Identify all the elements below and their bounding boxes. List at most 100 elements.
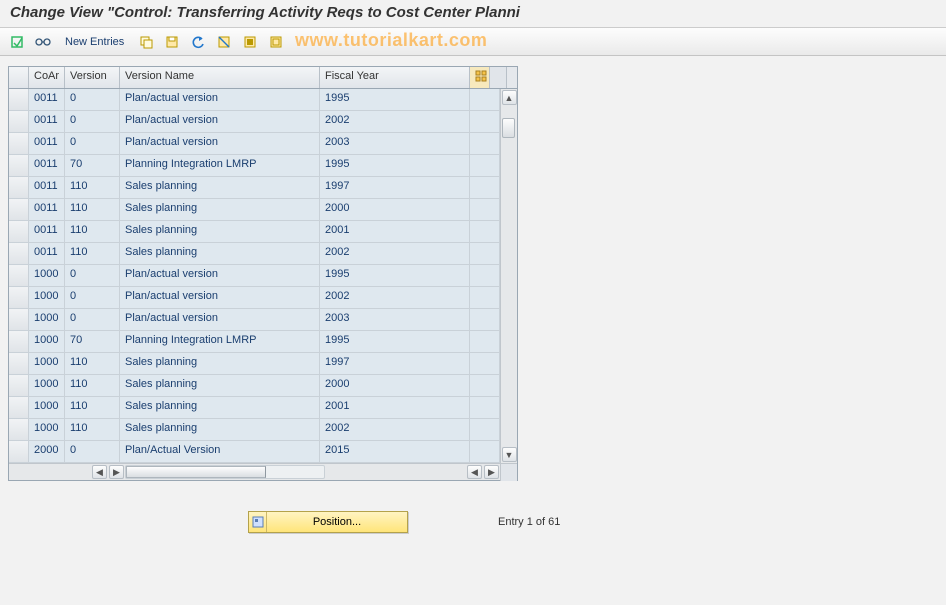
- cell-fiscal-year[interactable]: 2003: [320, 133, 470, 154]
- table-row[interactable]: 10000Plan/actual version2002: [9, 287, 500, 309]
- row-selector[interactable]: [9, 397, 29, 418]
- column-header-version[interactable]: Version: [65, 67, 120, 88]
- table-row[interactable]: 0011110Sales planning2002: [9, 243, 500, 265]
- scroll-up-icon[interactable]: ▲: [502, 90, 517, 105]
- cell-version[interactable]: 0: [65, 265, 120, 286]
- row-selector[interactable]: [9, 419, 29, 440]
- row-selector[interactable]: [9, 111, 29, 132]
- cell-coar[interactable]: 0011: [29, 133, 65, 154]
- cell-coar[interactable]: 1000: [29, 331, 65, 352]
- row-selector[interactable]: [9, 309, 29, 330]
- cell-version-name[interactable]: Plan/actual version: [120, 133, 320, 154]
- table-row[interactable]: 001170Planning Integration LMRP1995: [9, 155, 500, 177]
- table-row[interactable]: 1000110Sales planning2000: [9, 375, 500, 397]
- row-selector[interactable]: [9, 221, 29, 242]
- cell-version-name[interactable]: Sales planning: [120, 177, 320, 198]
- cell-fiscal-year[interactable]: 1997: [320, 353, 470, 374]
- table-row[interactable]: 0011110Sales planning1997: [9, 177, 500, 199]
- cell-version-name[interactable]: Planning Integration LMRP: [120, 331, 320, 352]
- cell-coar[interactable]: 2000: [29, 441, 65, 462]
- cell-coar[interactable]: 1000: [29, 397, 65, 418]
- cell-fiscal-year[interactable]: 2002: [320, 287, 470, 308]
- horizontal-scrollbar[interactable]: ◀ ▶ ◀ ▶: [9, 463, 517, 480]
- cell-fiscal-year[interactable]: 2002: [320, 419, 470, 440]
- expand-icon[interactable]: [6, 32, 28, 52]
- hscroll-track[interactable]: [125, 465, 325, 479]
- save-icon[interactable]: [161, 32, 183, 52]
- row-selector[interactable]: [9, 177, 29, 198]
- cell-version-name[interactable]: Plan/actual version: [120, 265, 320, 286]
- cell-fiscal-year[interactable]: 1997: [320, 177, 470, 198]
- row-selector[interactable]: [9, 353, 29, 374]
- row-selector[interactable]: [9, 89, 29, 110]
- table-row[interactable]: 1000110Sales planning2002: [9, 419, 500, 441]
- cell-coar[interactable]: 0011: [29, 177, 65, 198]
- table-row[interactable]: 20000Plan/Actual Version2015: [9, 441, 500, 463]
- table-row[interactable]: 1000110Sales planning2001: [9, 397, 500, 419]
- cell-fiscal-year[interactable]: 2001: [320, 397, 470, 418]
- table-row[interactable]: 00110Plan/actual version2002: [9, 111, 500, 133]
- cell-version-name[interactable]: Plan/actual version: [120, 287, 320, 308]
- cell-version-name[interactable]: Sales planning: [120, 397, 320, 418]
- table-row[interactable]: 10000Plan/actual version2003: [9, 309, 500, 331]
- cell-version-name[interactable]: Plan/Actual Version: [120, 441, 320, 462]
- column-header-fiscal-year[interactable]: Fiscal Year: [320, 67, 470, 88]
- cell-version[interactable]: 0: [65, 287, 120, 308]
- cell-fiscal-year[interactable]: 2002: [320, 111, 470, 132]
- cell-version[interactable]: 70: [65, 155, 120, 176]
- cell-coar[interactable]: 1000: [29, 309, 65, 330]
- row-selector[interactable]: [9, 287, 29, 308]
- configure-columns-icon[interactable]: [470, 67, 490, 88]
- cell-coar[interactable]: 0011: [29, 243, 65, 264]
- display-icon[interactable]: [32, 32, 54, 52]
- cell-version-name[interactable]: Plan/actual version: [120, 309, 320, 330]
- row-selector[interactable]: [9, 375, 29, 396]
- cell-fiscal-year[interactable]: 2001: [320, 221, 470, 242]
- vscroll-track[interactable]: [502, 106, 517, 446]
- copy-icon[interactable]: [135, 32, 157, 52]
- cell-coar[interactable]: 1000: [29, 353, 65, 374]
- row-selector[interactable]: [9, 265, 29, 286]
- row-selector[interactable]: [9, 243, 29, 264]
- cell-version-name[interactable]: Planning Integration LMRP: [120, 155, 320, 176]
- row-selector[interactable]: [9, 133, 29, 154]
- cell-fiscal-year[interactable]: 1995: [320, 265, 470, 286]
- cell-version[interactable]: 110: [65, 397, 120, 418]
- scroll-left-end-icon[interactable]: ◀: [467, 465, 482, 479]
- cell-version-name[interactable]: Plan/actual version: [120, 89, 320, 110]
- position-button[interactable]: Position...: [248, 511, 408, 533]
- cell-version[interactable]: 0: [65, 89, 120, 110]
- cell-coar[interactable]: 1000: [29, 265, 65, 286]
- new-entries-button[interactable]: New Entries: [58, 32, 131, 52]
- cell-version-name[interactable]: Sales planning: [120, 221, 320, 242]
- table-row[interactable]: 0011110Sales planning2000: [9, 199, 500, 221]
- cell-fiscal-year[interactable]: 2000: [320, 375, 470, 396]
- column-header-coar[interactable]: CoAr: [29, 67, 65, 88]
- cell-version-name[interactable]: Sales planning: [120, 419, 320, 440]
- column-header-selector[interactable]: [9, 67, 29, 88]
- cell-version[interactable]: 0: [65, 309, 120, 330]
- cell-coar[interactable]: 1000: [29, 287, 65, 308]
- scroll-right-icon[interactable]: ▶: [484, 465, 499, 479]
- scroll-left-icon[interactable]: ◀: [92, 465, 107, 479]
- scroll-down-icon[interactable]: ▼: [502, 447, 517, 462]
- cell-fiscal-year[interactable]: 2003: [320, 309, 470, 330]
- table-row[interactable]: 1000110Sales planning1997: [9, 353, 500, 375]
- cell-version[interactable]: 110: [65, 177, 120, 198]
- vertical-scrollbar[interactable]: ▲ ▼: [500, 89, 517, 463]
- vscroll-thumb[interactable]: [502, 118, 515, 138]
- cell-fiscal-year[interactable]: 2015: [320, 441, 470, 462]
- cell-version-name[interactable]: Sales planning: [120, 243, 320, 264]
- cell-fiscal-year[interactable]: 2000: [320, 199, 470, 220]
- row-selector[interactable]: [9, 331, 29, 352]
- cell-version[interactable]: 110: [65, 199, 120, 220]
- cell-version[interactable]: 0: [65, 133, 120, 154]
- cell-fiscal-year[interactable]: 2002: [320, 243, 470, 264]
- cell-version[interactable]: 0: [65, 441, 120, 462]
- cell-fiscal-year[interactable]: 1995: [320, 155, 470, 176]
- hscroll-thumb[interactable]: [126, 466, 266, 478]
- cell-version-name[interactable]: Plan/actual version: [120, 111, 320, 132]
- cell-version-name[interactable]: Sales planning: [120, 375, 320, 396]
- cell-version[interactable]: 0: [65, 111, 120, 132]
- cell-version[interactable]: 110: [65, 419, 120, 440]
